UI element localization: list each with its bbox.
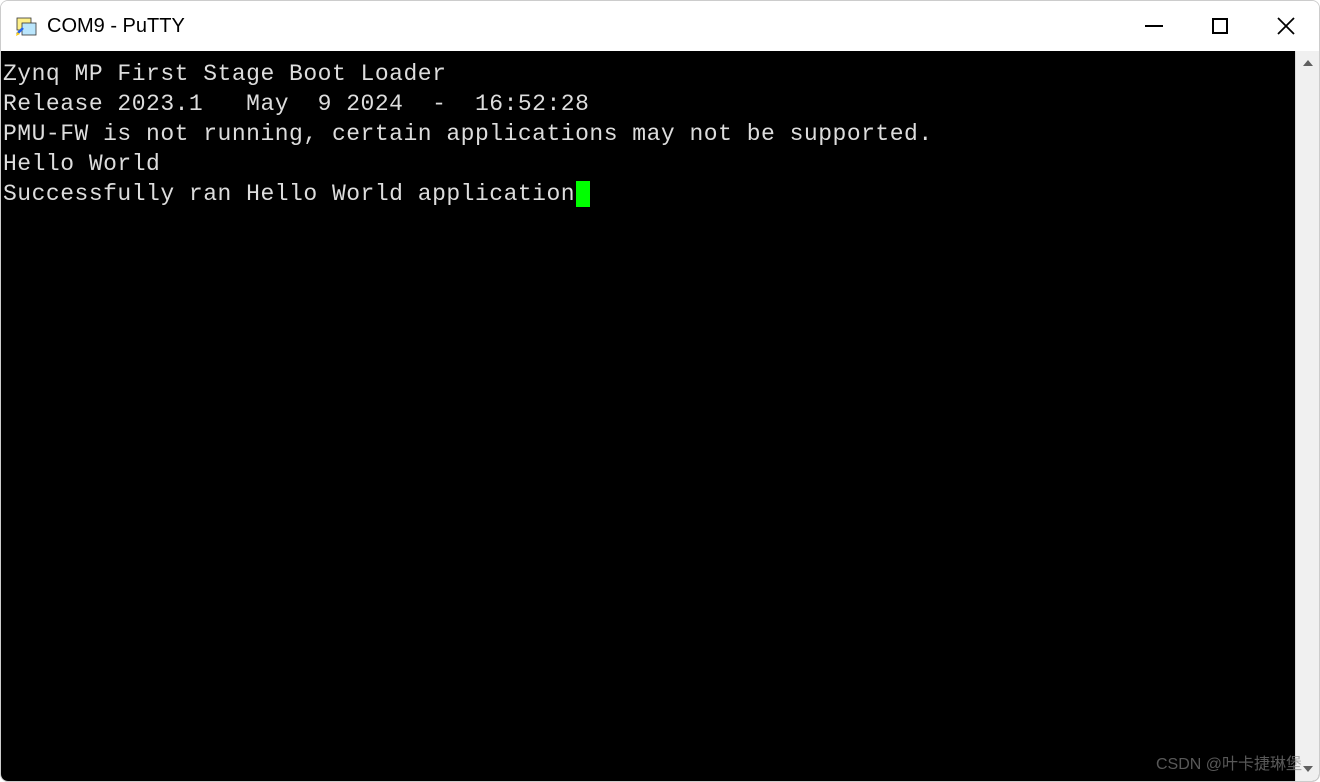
close-icon: [1275, 15, 1297, 37]
terminal-line: PMU-FW is not running, certain applicati…: [3, 119, 1293, 149]
terminal-line: Zynq MP First Stage Boot Loader: [3, 59, 1293, 89]
vertical-scrollbar[interactable]: [1295, 51, 1319, 781]
putty-window: COM9 - PuTTY Zynq MP First Stage Boot Lo…: [0, 0, 1320, 782]
maximize-button[interactable]: [1187, 1, 1253, 51]
window-controls: [1121, 1, 1319, 51]
terminal-line-cursor: Successfully ran Hello World application: [3, 179, 1293, 209]
titlebar[interactable]: COM9 - PuTTY: [1, 1, 1319, 51]
terminal-line: Hello World: [3, 149, 1293, 179]
chevron-up-icon: [1303, 60, 1313, 66]
minimize-button[interactable]: [1121, 1, 1187, 51]
chevron-down-icon: [1303, 766, 1313, 772]
window-title: COM9 - PuTTY: [47, 15, 185, 38]
putty-icon: [15, 14, 39, 38]
terminal-content[interactable]: Zynq MP First Stage Boot LoaderRelease 2…: [1, 51, 1295, 781]
scroll-up-button[interactable]: [1296, 51, 1319, 75]
terminal-text: Successfully ran Hello World application: [3, 179, 575, 209]
maximize-icon: [1212, 18, 1228, 34]
scroll-down-button[interactable]: [1296, 757, 1319, 781]
close-button[interactable]: [1253, 1, 1319, 51]
terminal-area: Zynq MP First Stage Boot LoaderRelease 2…: [1, 51, 1319, 781]
terminal-cursor: [576, 181, 590, 207]
minimize-icon: [1145, 25, 1163, 27]
terminal-line: Release 2023.1 May 9 2024 - 16:52:28: [3, 89, 1293, 119]
